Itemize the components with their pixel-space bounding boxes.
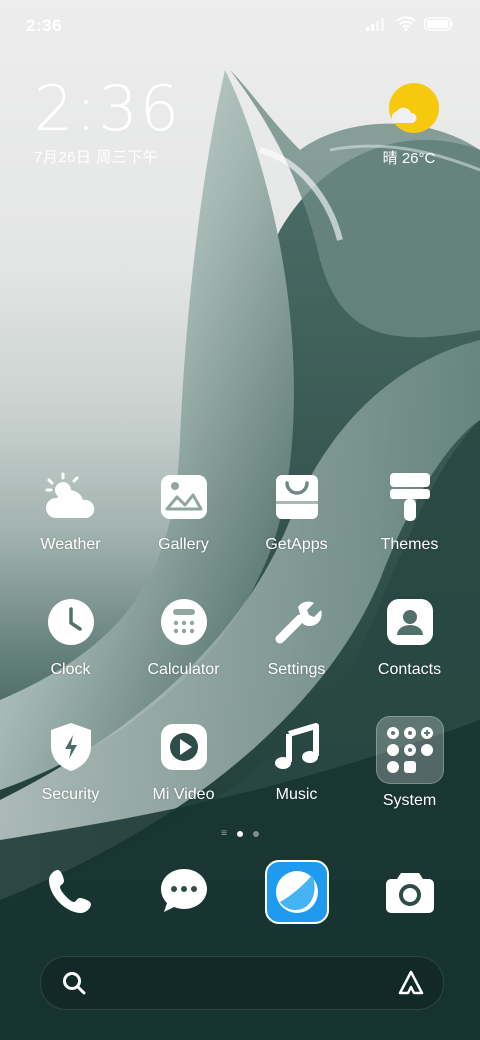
- search-bar[interactable]: [40, 956, 444, 1010]
- wifi-icon: [396, 16, 416, 36]
- page-dot-active[interactable]: [236, 830, 243, 837]
- app-label: Calculator: [147, 661, 220, 678]
- app-row: Security Mi Video Music System: [14, 716, 466, 841]
- getapps-icon: [266, 466, 328, 528]
- app-label: System: [382, 792, 437, 809]
- settings-icon: [266, 591, 328, 653]
- app-system-folder[interactable]: System: [353, 716, 466, 841]
- page-indicator[interactable]: ≡: [0, 828, 480, 839]
- browser-icon: [264, 860, 329, 924]
- clock-widget[interactable]: 2:36 7月26日 周三下午: [34, 76, 181, 167]
- widget-date: 7月26日 周三下午: [34, 149, 159, 166]
- app-row: Weather Gallery GetApps Themes: [14, 466, 466, 591]
- dock-camera[interactable]: [353, 860, 466, 924]
- app-label: Mi Video: [152, 786, 215, 803]
- status-icons: [366, 16, 454, 36]
- app-label: Weather: [40, 536, 101, 553]
- app-label: Security: [41, 786, 100, 803]
- app-contacts[interactable]: Contacts: [353, 591, 466, 716]
- assistant-icon[interactable]: [397, 969, 425, 1002]
- app-themes[interactable]: Themes: [353, 466, 466, 591]
- dock: [14, 860, 466, 924]
- music-icon: [266, 716, 328, 778]
- app-security[interactable]: Security: [14, 716, 127, 841]
- dock-browser[interactable]: [240, 860, 353, 924]
- status-time: 2:36: [26, 16, 63, 35]
- app-grid: Weather Gallery GetApps Themes Clock Cal…: [14, 466, 466, 841]
- calculator-icon: [153, 591, 215, 653]
- app-gallery[interactable]: Gallery: [127, 466, 240, 591]
- app-label: Themes: [380, 536, 439, 553]
- app-settings[interactable]: Settings: [240, 591, 353, 716]
- themes-icon: [379, 466, 441, 528]
- mi-video-icon: [153, 716, 215, 778]
- sunny-cloud-icon: [388, 83, 440, 138]
- search-icon[interactable]: [61, 970, 87, 1001]
- security-icon: [40, 716, 102, 778]
- page-dot[interactable]: [252, 830, 259, 837]
- widget-time: 2:36: [34, 72, 182, 145]
- phone-icon: [40, 860, 102, 922]
- camera-icon: [379, 860, 441, 922]
- gallery-icon: [153, 466, 215, 528]
- app-music[interactable]: Music: [240, 716, 353, 841]
- app-label: Settings: [267, 661, 326, 678]
- app-clock[interactable]: Clock: [14, 591, 127, 716]
- contacts-icon: [379, 591, 441, 653]
- app-label: GetApps: [265, 536, 328, 553]
- system-folder-icon: [375, 716, 444, 784]
- status-bar: 2:36: [0, 0, 480, 50]
- app-label: Music: [275, 786, 318, 803]
- clock-icon: [40, 591, 102, 653]
- app-calculator[interactable]: Calculator: [127, 591, 240, 716]
- app-label: Clock: [50, 661, 91, 678]
- app-getapps[interactable]: GetApps: [240, 466, 353, 591]
- list-view-icon[interactable]: ≡: [221, 828, 227, 839]
- app-weather[interactable]: Weather: [14, 466, 127, 591]
- app-mi-video[interactable]: Mi Video: [127, 716, 240, 841]
- app-label: Gallery: [158, 536, 209, 553]
- dock-phone[interactable]: [14, 860, 127, 924]
- messages-icon: [153, 860, 215, 922]
- battery-icon: [424, 16, 454, 36]
- weather-text: 晴 26°C: [382, 150, 436, 167]
- dock-messages[interactable]: [127, 860, 240, 924]
- app-label: Contacts: [377, 661, 442, 678]
- app-row: Clock Calculator Settings Contacts: [14, 591, 466, 716]
- signal-icon: [366, 17, 388, 36]
- weather-icon: [40, 466, 102, 528]
- weather-widget[interactable]: 晴 26°C: [383, 82, 444, 168]
